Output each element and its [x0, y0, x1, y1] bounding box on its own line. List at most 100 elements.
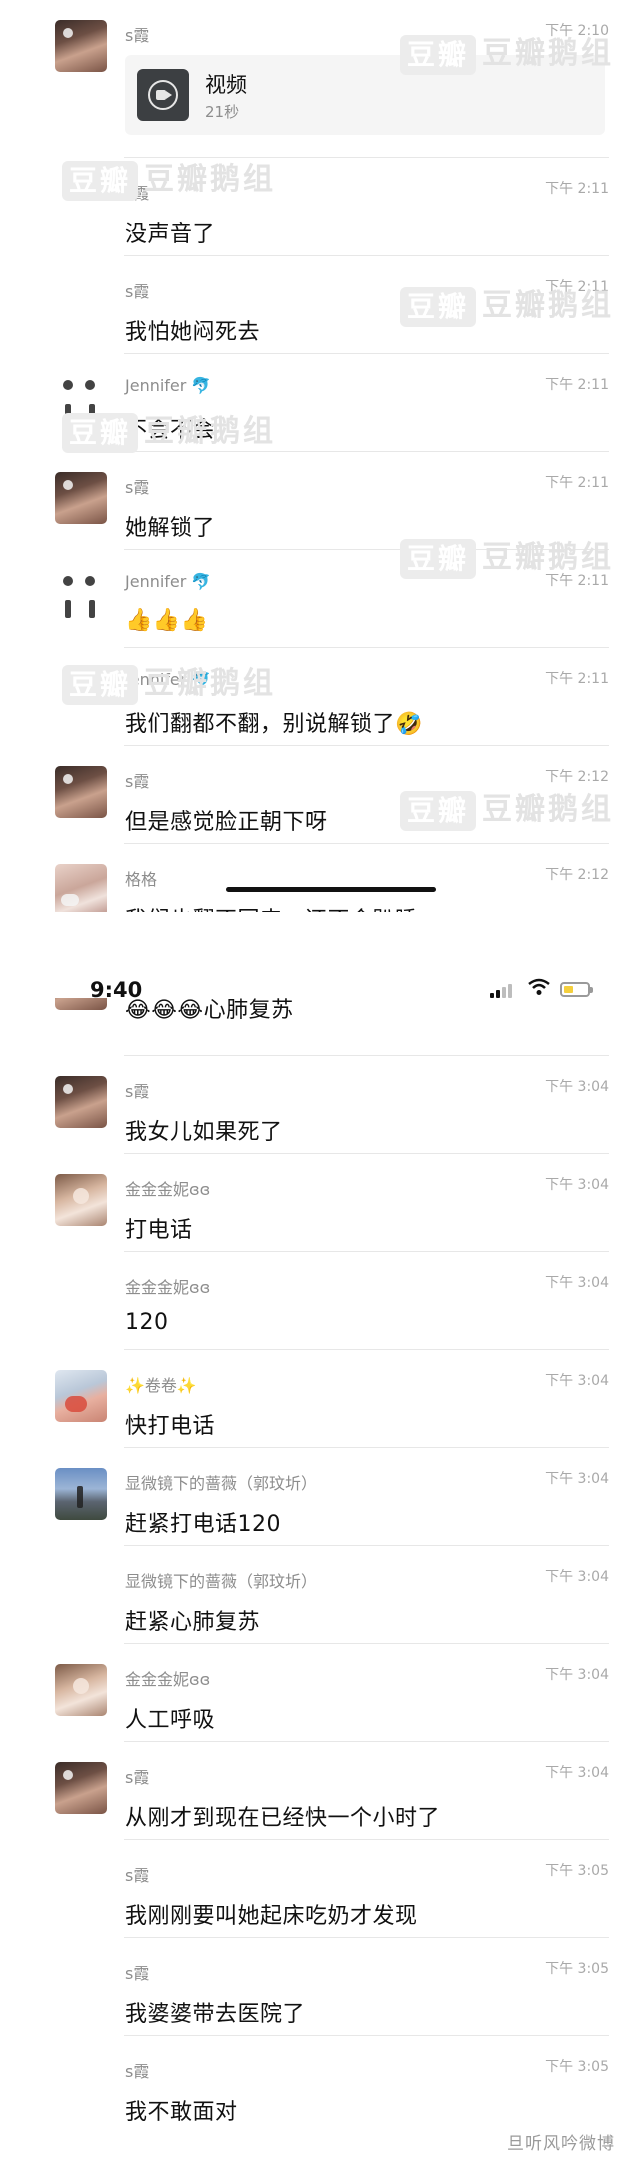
message-item[interactable]: s霞 下午 3:05 我不敢面对 [0, 2036, 635, 2134]
message-time: 下午 3:05 [545, 1961, 609, 1977]
sender-name: 显微镜下的蔷薇（郭玟圻） [125, 1572, 318, 1591]
message-time: 下午 2:11 [545, 377, 609, 393]
message-time: 下午 3:05 [545, 1863, 609, 1879]
message-item[interactable]: Jennifer 🐬 下午 2:11 不会不会 [0, 354, 635, 452]
avatar[interactable] [55, 570, 107, 622]
sender-name: s霞 [125, 2062, 150, 2081]
message-text: 赶紧打电话120 [125, 1512, 281, 1537]
message-item[interactable]: s霞 下午 2:10 视频 21秒 [0, 0, 635, 158]
message-time: 下午 2:12 [545, 769, 609, 785]
message-item[interactable]: Jennifer 🐬 下午 2:11 👍👍👍 [0, 550, 635, 648]
sender-name: 金金金妮ɞɞ [125, 1670, 211, 1689]
message-item[interactable]: 金金金妮ɞɞ 下午 3:04 打电话 [0, 1154, 635, 1252]
message-text: 我们也翻不回来，还不会趴睡 [125, 902, 418, 912]
message-time: 下午 3:04 [545, 1569, 609, 1585]
message-text: 我女儿如果死了 [125, 1120, 283, 1145]
message-time: 下午 3:04 [545, 1373, 609, 1389]
message-text: 我刚刚要叫她起床吃奶才发现 [125, 1904, 418, 1929]
sender-name: s霞 [125, 1768, 150, 1787]
sender-name: 格格 [125, 870, 158, 889]
message-item[interactable]: s霞 下午 3:04 从刚才到现在已经快一个小时了 [0, 1742, 635, 1840]
sender-name: s霞 [125, 1964, 150, 1983]
wifi-icon [528, 978, 550, 995]
message-text: 我们翻都不翻，别说解锁了🤣 [125, 712, 423, 737]
sender-name: ✨卷卷✨ [125, 1376, 197, 1395]
message-item[interactable]: 显微镜下的蔷薇（郭玟圻） 下午 3:04 赶紧打电话120 [0, 1448, 635, 1546]
message-time: 下午 3:04 [545, 1177, 609, 1193]
sender-name: s霞 [125, 772, 150, 791]
message-item[interactable]: s霞 下午 2:11 我怕她闷死去 [0, 256, 635, 354]
message-item[interactable]: 金金金妮ɞɞ 下午 3:04 人工呼吸 [0, 1644, 635, 1742]
message-time: 下午 2:11 [545, 181, 609, 197]
avatar[interactable] [55, 1076, 107, 1128]
message-text: 从刚才到现在已经快一个小时了 [125, 1806, 441, 1831]
cellular-signal-icon [490, 982, 518, 998]
message-item[interactable]: ✨卷卷✨ 下午 3:04 快打电话 [0, 1350, 635, 1448]
message-text: 她解锁了 [125, 516, 216, 541]
sender-name: s霞 [125, 184, 150, 203]
video-camera-icon [137, 69, 189, 121]
message-time: 下午 2:11 [545, 573, 609, 589]
message-text: 没声音了 [125, 222, 216, 247]
message-time: 下午 2:12 [545, 867, 609, 883]
home-indicator[interactable] [226, 887, 436, 892]
message-text: 我怕她闷死去 [125, 320, 261, 345]
avatar[interactable] [55, 472, 107, 524]
message-time: 下午 3:04 [545, 1765, 609, 1781]
message-item[interactable]: 格格 下午 2:12 我们也翻不回来，还不会趴睡 [0, 844, 635, 912]
sender-name: 金金金妮ɞɞ [125, 1180, 211, 1199]
sender-name: s霞 [125, 478, 150, 497]
message-time: 下午 3:04 [545, 1079, 609, 1095]
video-message[interactable]: 视频 21秒 [125, 55, 605, 135]
message-text: 120 [125, 1310, 169, 1335]
avatar[interactable] [55, 1762, 107, 1814]
message-item[interactable]: 金金金妮ɞɞ 下午 3:04 120 [0, 1252, 635, 1350]
message-item[interactable]: s霞 下午 3:05 我刚刚要叫她起床吃奶才发现 [0, 1840, 635, 1938]
message-time: 下午 3:04 [545, 1471, 609, 1487]
avatar[interactable] [55, 20, 107, 72]
avatar[interactable] [55, 1664, 107, 1716]
avatar[interactable] [55, 1370, 107, 1422]
message-item[interactable]: 显微镜下的蔷薇（郭玟圻） 下午 3:04 赶紧心肺复苏 [0, 1546, 635, 1644]
message-item[interactable]: s霞 下午 2:11 她解锁了 [0, 452, 635, 550]
message-time: 下午 3:05 [545, 2059, 609, 2075]
video-duration: 21秒 [205, 103, 240, 121]
message-item[interactable]: s霞 下午 2:12 但是感觉脸正朝下呀 [0, 746, 635, 844]
sender-name: 金金金妮ɞɞ [125, 1278, 211, 1297]
sender-name: Jennifer 🐬 [125, 376, 212, 395]
message-item[interactable]: s霞 下午 3:05 我婆婆带去医院了 [0, 1938, 635, 2036]
message-text: 但是感觉脸正朝下呀 [125, 810, 328, 835]
sender-name: Jennifer 🐬 [125, 670, 212, 689]
avatar[interactable] [55, 374, 107, 426]
message-text: 😂😂😂心肺复苏 [125, 998, 294, 1023]
avatar[interactable] [55, 1468, 107, 1520]
sender-name: s霞 [125, 282, 150, 301]
message-time: 下午 2:11 [545, 671, 609, 687]
message-text: 打电话 [125, 1218, 193, 1243]
avatar[interactable] [55, 766, 107, 818]
message-item-partial[interactable]: 😂😂😂心肺复苏 [0, 998, 635, 1056]
message-text: 不会不会 [125, 418, 216, 443]
sender-name: 显微镜下的蔷薇（郭玟圻） [125, 1474, 318, 1493]
message-text: 我婆婆带去医院了 [125, 2002, 306, 2027]
message-time: 下午 2:10 [545, 23, 609, 39]
message-time: 下午 2:11 [545, 475, 609, 491]
message-text: 快打电话 [125, 1414, 216, 1439]
message-item[interactable]: s霞 下午 2:11 没声音了 [0, 158, 635, 256]
avatar[interactable] [55, 864, 107, 912]
avatar[interactable] [55, 998, 107, 1010]
video-title: 视频 [205, 73, 247, 97]
sender-name: s霞 [125, 1082, 150, 1101]
chat-panel-top: s霞 下午 2:10 视频 21秒 s霞 下午 2:11 没声音了 s霞 下午 … [0, 0, 635, 912]
battery-icon [560, 982, 593, 997]
avatar[interactable] [55, 1174, 107, 1226]
message-text: 人工呼吸 [125, 1708, 216, 1733]
weibo-watermark: 旦听风吟微博 [507, 2134, 615, 2154]
message-time: 下午 3:04 [545, 1275, 609, 1291]
message-text: 我不敢面对 [125, 2100, 238, 2125]
message-item[interactable]: s霞 下午 3:04 我女儿如果死了 [0, 1056, 635, 1154]
message-text: 👍👍👍 [125, 608, 209, 633]
message-time: 下午 2:11 [545, 279, 609, 295]
message-item[interactable]: Jennifer 🐬 下午 2:11 我们翻都不翻，别说解锁了🤣 [0, 648, 635, 746]
sender-name: s霞 [125, 1866, 150, 1885]
